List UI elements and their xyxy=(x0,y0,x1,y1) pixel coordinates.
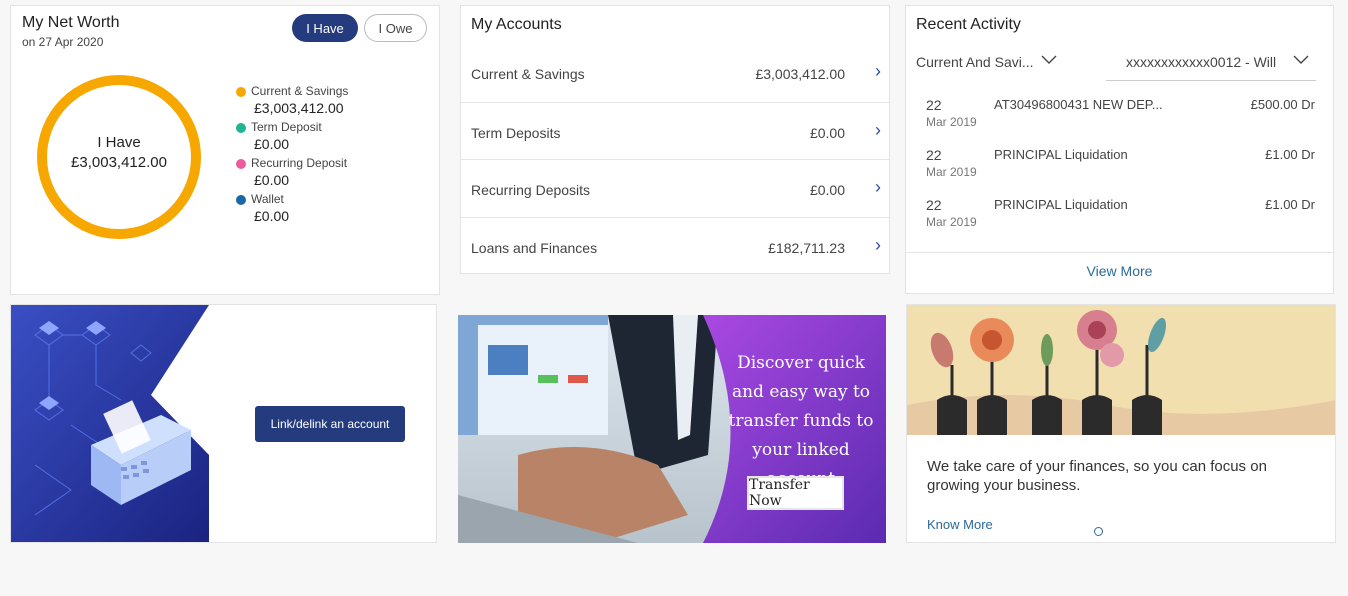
legend-dot xyxy=(236,123,246,133)
account-row-amount: £0.00 xyxy=(809,125,845,141)
transaction-row[interactable]: 22 Mar 2019 PRINCIPAL Liquidation £1.00 … xyxy=(906,197,1335,247)
account-row-recurring-deposits[interactable]: Recurring Deposits £0.00 › xyxy=(461,159,889,216)
carousel-dot[interactable] xyxy=(1094,527,1103,536)
transaction-month: Mar 2019 xyxy=(926,165,977,179)
chevron-right-icon[interactable]: › xyxy=(875,235,881,256)
legend-label: Term Deposit xyxy=(251,120,322,134)
i-have-toggle[interactable]: I Have xyxy=(292,14,358,42)
account-number-dropdown[interactable]: xxxxxxxxxxxx0012 - Will xyxy=(1106,50,1316,81)
account-row-label: Recurring Deposits xyxy=(471,182,591,198)
view-more-link[interactable]: View More xyxy=(906,263,1333,279)
chevron-down-icon[interactable] xyxy=(1040,51,1058,72)
transfer-banner-text: Discover quick and easy way to transfer … xyxy=(728,353,874,489)
transaction-description: PRINCIPAL Liquidation xyxy=(994,147,1128,162)
transaction-description: PRINCIPAL Liquidation xyxy=(994,197,1128,212)
net-worth-title: My Net Worth xyxy=(22,14,120,31)
legend-value: £0.00 xyxy=(254,136,290,152)
legend-value: £3,003,412.00 xyxy=(254,100,344,116)
account-row-loans-finances[interactable]: Loans and Finances £182,711.23 › xyxy=(461,217,889,274)
account-row-amount: £182,711.23 xyxy=(768,240,845,256)
transaction-month: Mar 2019 xyxy=(926,215,977,229)
legend-dot xyxy=(236,87,246,97)
account-type-dropdown[interactable]: Current And Savi... xyxy=(916,50,1066,80)
legend-dot xyxy=(236,195,246,205)
transfer-now-button[interactable]: Transfer Now xyxy=(747,476,844,510)
legend-label: Wallet xyxy=(251,192,284,206)
chevron-down-icon[interactable] xyxy=(1292,51,1310,72)
transaction-month: Mar 2019 xyxy=(926,115,977,129)
transaction-row[interactable]: 22 Mar 2019 PRINCIPAL Liquidation £1.00 … xyxy=(906,147,1335,197)
chevron-right-icon[interactable]: › xyxy=(875,61,881,82)
promo-text: We take care of your finances, so you ca… xyxy=(927,458,1267,494)
legend-value: £0.00 xyxy=(254,208,290,224)
recent-activity-card: Recent Activity Current And Savi... xxxx… xyxy=(905,5,1334,294)
net-worth-card: My Net Worth on 27 Apr 2020 I Have I Owe… xyxy=(10,5,440,295)
link-account-banner: Link/delink an account xyxy=(10,304,437,543)
account-row-label: Current & Savings xyxy=(471,66,585,82)
transaction-description: AT30496800431 NEW DEP... xyxy=(994,97,1163,112)
know-more-link[interactable]: Know More xyxy=(927,517,993,532)
promo-card: We take care of your finances, so you ca… xyxy=(906,304,1336,543)
transaction-day: 22 xyxy=(926,147,942,163)
transaction-day: 22 xyxy=(926,197,942,213)
net-worth-date: on 27 Apr 2020 xyxy=(22,35,104,49)
divider xyxy=(906,252,1333,253)
donut-label: I Have xyxy=(97,134,141,151)
my-accounts-title: My Accounts xyxy=(471,16,562,33)
flowers-illustration xyxy=(907,305,1335,435)
account-row-current-savings[interactable]: Current & Savings £3,003,412.00 › xyxy=(461,44,889,101)
account-row-amount: £0.00 xyxy=(809,182,845,198)
legend-label: Recurring Deposit xyxy=(251,156,348,170)
account-row-label: Term Deposits xyxy=(471,125,561,141)
legend-label: Current & Savings xyxy=(251,84,349,98)
account-row-label: Loans and Finances xyxy=(471,240,598,256)
chevron-right-icon[interactable]: › xyxy=(875,177,881,198)
account-type-value: Current And Savi... xyxy=(916,54,1034,70)
account-number-value: xxxxxxxxxxxx0012 - Will xyxy=(1126,54,1277,70)
chevron-right-icon[interactable]: › xyxy=(875,120,881,141)
transaction-amount: £500.00 Dr xyxy=(1250,97,1315,112)
link-delink-account-button[interactable]: Link/delink an account xyxy=(255,406,405,442)
my-accounts-card: My Accounts Current & Savings £3,003,412… xyxy=(460,5,890,274)
i-owe-toggle[interactable]: I Owe xyxy=(364,14,427,42)
transaction-amount: £1.00 Dr xyxy=(1265,197,1315,212)
account-row-term-deposits[interactable]: Term Deposits £0.00 › xyxy=(461,102,889,159)
legend-dot xyxy=(236,159,246,169)
transaction-amount: £1.00 Dr xyxy=(1265,147,1315,162)
transaction-day: 22 xyxy=(926,97,942,113)
account-row-amount: £3,003,412.00 xyxy=(755,66,845,82)
donut-amount: £3,003,412.00 xyxy=(71,154,167,171)
transaction-row[interactable]: 22 Mar 2019 AT30496800431 NEW DEP... £50… xyxy=(906,97,1335,147)
transfer-funds-banner[interactable]: Discover quick and easy way to transfer … xyxy=(458,315,886,543)
legend-value: £0.00 xyxy=(254,172,290,188)
recent-activity-title: Recent Activity xyxy=(916,16,1021,33)
